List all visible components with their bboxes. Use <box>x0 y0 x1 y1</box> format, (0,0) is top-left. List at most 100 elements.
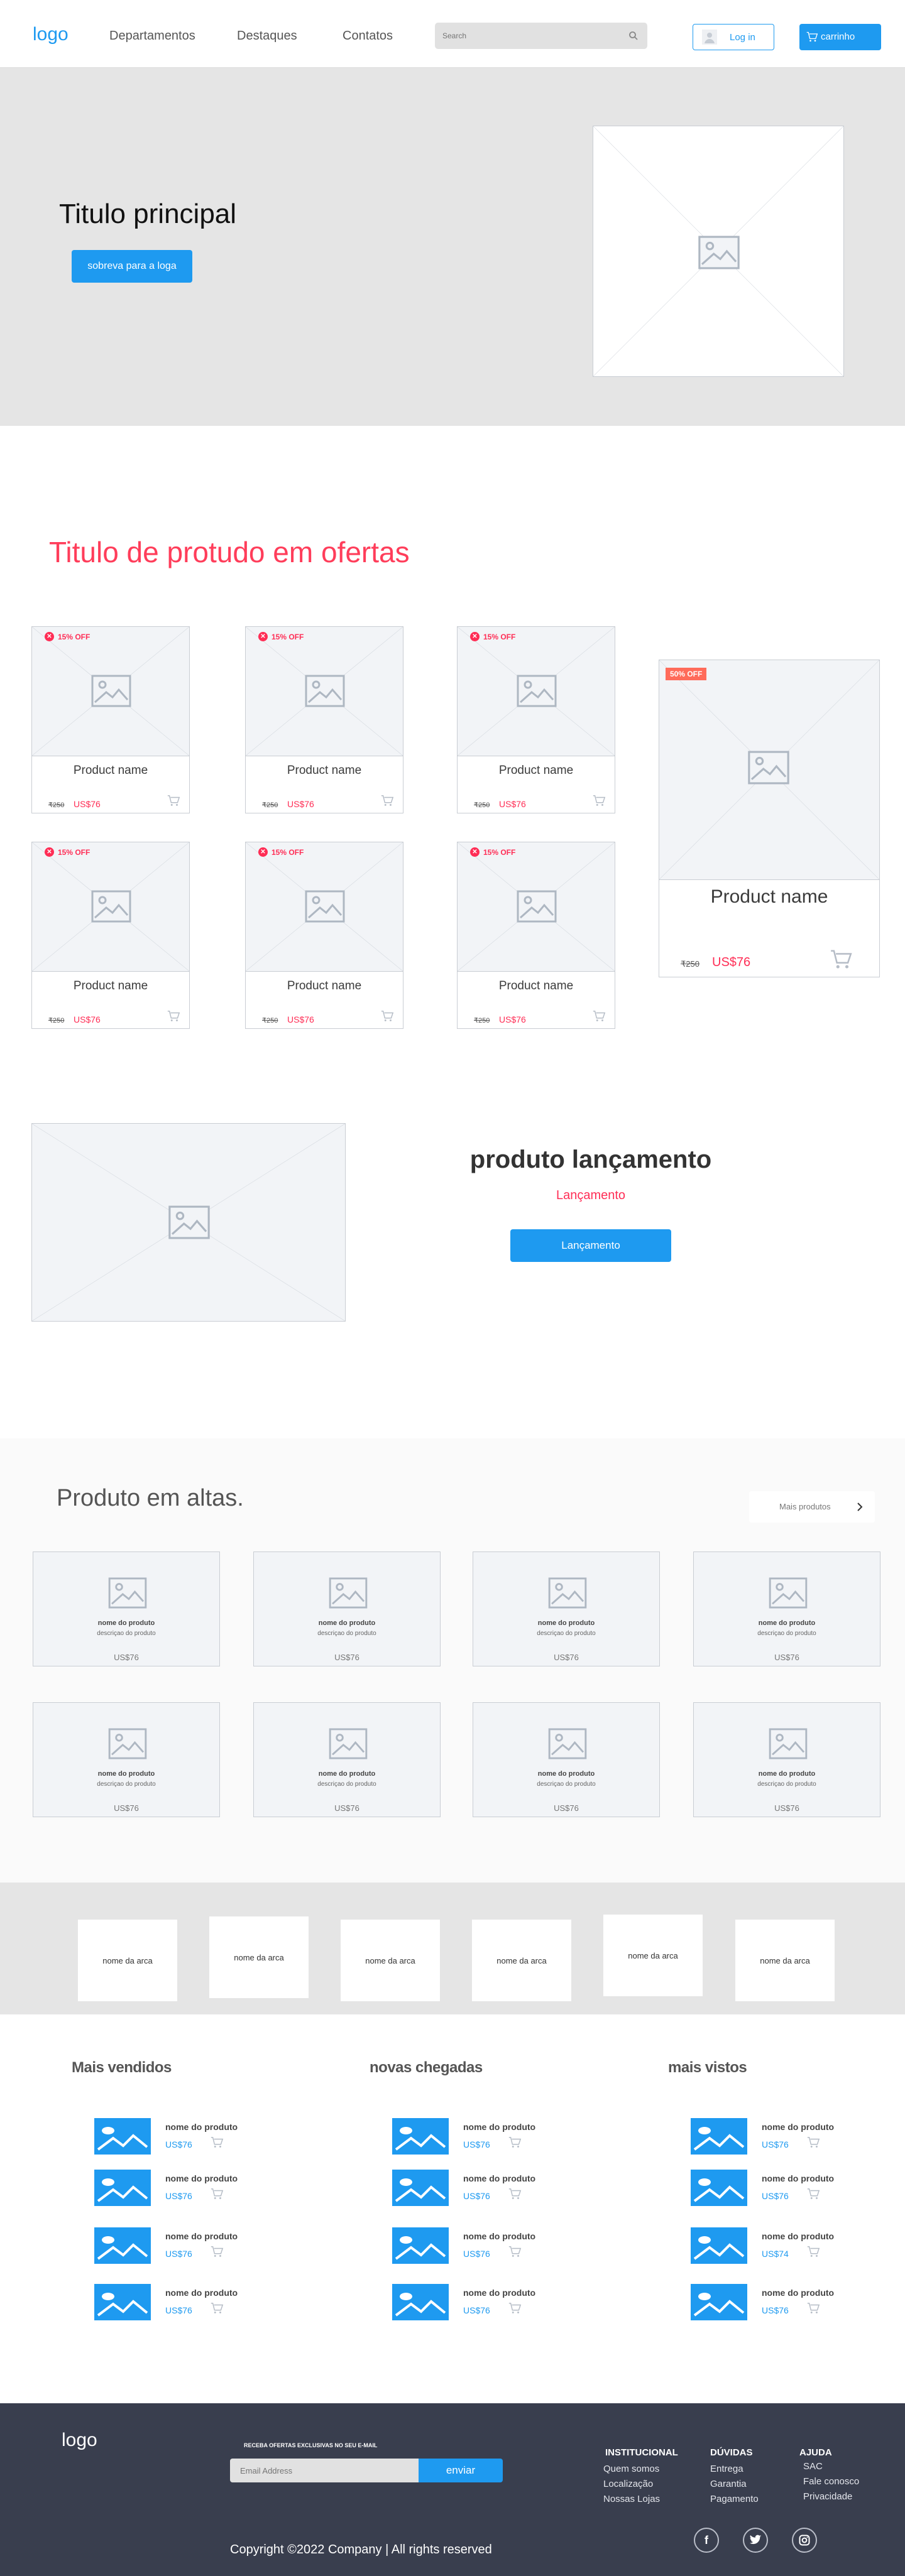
footer-logo[interactable]: logo <box>62 2430 97 2451</box>
trending-product-card[interactable]: nome do produto descriçao do produto US$76 <box>473 1552 660 1666</box>
offer-product-card[interactable]: ✕ 15% OFF Product name ₹250 US$76 <box>457 626 615 813</box>
cart-icon[interactable] <box>806 2136 820 2149</box>
launch-button[interactable]: Lançamento <box>510 1229 671 1262</box>
list-item[interactable]: nome do produto US$76 <box>392 2170 556 2207</box>
search-input[interactable] <box>442 29 612 43</box>
footer-link-garantia[interactable]: Garantia <box>710 2479 747 2489</box>
newsletter-form: enviar <box>230 2459 503 2482</box>
old-price: ₹250 <box>474 802 490 809</box>
cart-icon[interactable] <box>592 794 606 808</box>
offer-product-card[interactable]: ✕ 15% OFF Product name ₹250 US$76 <box>31 842 190 1029</box>
image-icon <box>516 675 557 707</box>
list-item[interactable]: nome do produto US$76 <box>392 2284 556 2322</box>
cart-icon[interactable] <box>508 2302 522 2315</box>
product-price: US$76 <box>165 2139 192 2149</box>
cart-icon[interactable] <box>829 948 853 972</box>
cart-icon[interactable] <box>508 2136 522 2149</box>
close-icon: ✕ <box>470 847 480 857</box>
nav-departamentos[interactable]: Departamentos <box>109 29 195 43</box>
facebook-icon[interactable]: f <box>694 2528 719 2553</box>
logo[interactable]: logo <box>33 24 69 45</box>
close-icon: ✕ <box>45 847 54 857</box>
offer-product-card[interactable]: ✕ 15% OFF Product name ₹250 US$76 <box>457 842 615 1029</box>
twitter-icon[interactable] <box>743 2528 768 2553</box>
footer-link-pagamento[interactable]: Pagamento <box>710 2494 759 2504</box>
offer-product-card[interactable]: ✕ 15% OFF Product name ₹250 US$76 <box>245 842 403 1029</box>
login-button[interactable]: Log in <box>693 24 774 50</box>
footer-link-fale-conosco[interactable]: Fale conosco <box>803 2476 859 2487</box>
cart-icon[interactable] <box>210 2136 224 2149</box>
footer-link-nossas-lojas[interactable]: Nossas Lojas <box>603 2494 660 2504</box>
trending-product-card[interactable]: nome do produto descriçao do produto US$76 <box>473 1702 660 1817</box>
list-item[interactable]: nome do produto US$76 <box>94 2227 258 2265</box>
list-item[interactable]: nome do produto US$76 <box>691 2284 854 2322</box>
trending-product-card[interactable]: nome do produto descriçao do produto US$76 <box>33 1552 220 1666</box>
trending-product-card[interactable]: nome do produto descriçao do produto US$76 <box>253 1552 441 1666</box>
send-button[interactable]: enviar <box>419 2459 503 2482</box>
offer-product-card[interactable]: ✕ 15% OFF Product name ₹250 US$76 <box>31 626 190 813</box>
product-description: descriçao do produto <box>317 1630 376 1637</box>
close-icon: ✕ <box>45 632 54 641</box>
offer-product-card[interactable]: ✕ 15% OFF Product name ₹250 US$76 <box>245 626 403 813</box>
cart-icon[interactable] <box>806 2302 820 2315</box>
footer-link-privacidade[interactable]: Privacidade <box>803 2491 852 2502</box>
list-item[interactable]: nome do produto US$76 <box>392 2118 556 2156</box>
list-item[interactable]: nome do produto US$76 <box>94 2118 258 2156</box>
cart-icon[interactable] <box>210 2302 224 2315</box>
footer-link-localizacao[interactable]: Localização <box>603 2479 653 2489</box>
new-price: US$76 <box>499 799 526 809</box>
product-name: nome do produto <box>762 2288 835 2298</box>
cart-icon[interactable] <box>210 2245 224 2259</box>
trending-product-card[interactable]: nome do produto descriçao do produto US$76 <box>693 1552 880 1666</box>
list-item[interactable]: nome do produto US$76 <box>691 2170 854 2207</box>
trending-product-card[interactable]: nome do produto descriçao do produto US$76 <box>693 1702 880 1817</box>
search-icon[interactable] <box>628 31 639 41</box>
featured-product-card[interactable]: 50% OFF Product name ₹250 US$76 <box>659 660 880 977</box>
brand-name: nome da arca <box>628 1950 678 1960</box>
new-price: US$76 <box>712 955 751 969</box>
footer-link-entrega[interactable]: Entrega <box>710 2464 743 2474</box>
list-item[interactable]: nome do produto US$76 <box>94 2170 258 2207</box>
list-item[interactable]: nome do produto US$76 <box>94 2284 258 2322</box>
cart-icon[interactable] <box>210 2187 224 2201</box>
nav-destaques[interactable]: Destaques <box>237 29 297 43</box>
brand-card[interactable]: nome da arca <box>341 1920 440 2001</box>
brand-card[interactable]: nome da arca <box>78 1920 177 2001</box>
discount-label: 15% OFF <box>272 632 304 641</box>
brand-card[interactable]: nome da arca <box>209 1916 309 1998</box>
email-field[interactable] <box>230 2459 419 2482</box>
cart-icon[interactable] <box>167 794 180 808</box>
trending-product-card[interactable]: nome do produto descriçao do produto US$76 <box>253 1702 441 1817</box>
list-item[interactable]: nome do produto US$74 <box>691 2227 854 2265</box>
cart-icon[interactable] <box>806 2245 820 2259</box>
cart-icon[interactable] <box>380 794 394 808</box>
search-box[interactable] <box>435 23 647 49</box>
discount-badge: ✕ 15% OFF <box>45 847 90 857</box>
cart-icon[interactable] <box>806 2187 820 2201</box>
product-description: descriçao do produto <box>317 1781 376 1788</box>
list-item[interactable]: nome do produto US$76 <box>392 2227 556 2265</box>
footer-link-quem-somos[interactable]: Quem somos <box>603 2464 659 2474</box>
nav-contatos[interactable]: Contatos <box>343 29 393 43</box>
cart-icon[interactable] <box>167 1009 180 1023</box>
trending-product-card[interactable]: nome do produto descriçao do produto US$76 <box>33 1702 220 1817</box>
list-item[interactable]: nome do produto US$76 <box>691 2118 854 2156</box>
cart-icon[interactable] <box>592 1009 606 1023</box>
login-label: Log in <box>730 32 755 43</box>
cart-icon[interactable] <box>508 2187 522 2201</box>
more-products-button[interactable]: Mais produtos <box>749 1491 875 1523</box>
product-name: nome do produto <box>758 1770 816 1778</box>
footer-link-sac[interactable]: SAC <box>803 2461 823 2472</box>
chevron-right-icon <box>857 1503 863 1511</box>
cart-icon[interactable] <box>508 2245 522 2259</box>
cart-button[interactable]: carrinho <box>799 24 881 50</box>
hero-button[interactable]: sobreva para a loga <box>72 250 192 283</box>
cart-icon[interactable] <box>380 1009 394 1023</box>
brand-card[interactable]: nome da arca <box>472 1920 571 2001</box>
image-icon <box>547 1728 588 1759</box>
instagram-icon[interactable] <box>792 2528 817 2553</box>
brand-card[interactable]: nome da arca <box>735 1920 835 2001</box>
image-icon <box>328 1577 368 1609</box>
list-title-mais-vendidos: Mais vendidos <box>72 2059 172 2076</box>
brand-card[interactable]: nome da arca <box>603 1915 703 1996</box>
